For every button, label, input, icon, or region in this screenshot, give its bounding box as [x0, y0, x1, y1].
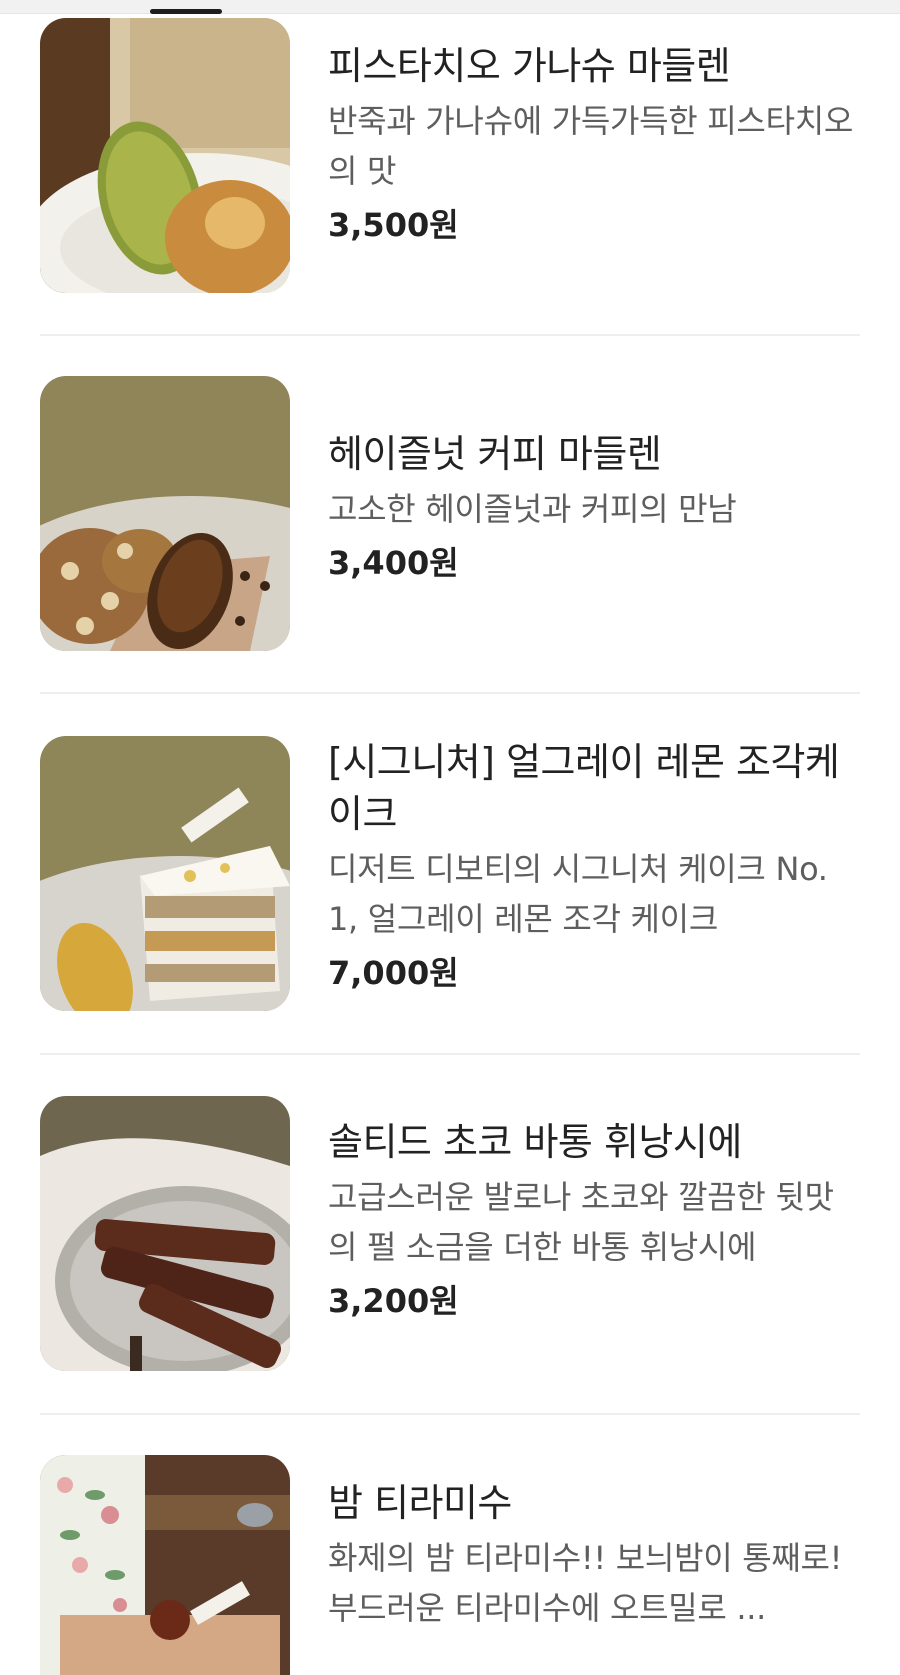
divider — [40, 1413, 860, 1415]
item-price: 7,000원 — [328, 954, 459, 992]
divider — [40, 1053, 860, 1055]
item-price: 3,500원 — [328, 206, 459, 244]
item-name: 헤이즐넛 커피 마들렌 — [328, 432, 662, 476]
item-price: 3,400원 — [328, 544, 459, 582]
item-description: 디저트 디보티의 시그니처 케이크 No. 1, 얼그레이 레몬 조각 케이크 — [328, 850, 828, 938]
pistachio-madeleine-photo — [40, 18, 290, 293]
item-name: 솔티드 초코 바통 휘낭시에 — [328, 1120, 742, 1164]
item-description: 화제의 밤 티라미수!! 보늬밤이 통째로! 부드러운 티라미수에 오트밀로 .… — [328, 1539, 843, 1627]
item-price: 3,200원 — [328, 1282, 459, 1320]
tab-indicator — [150, 9, 222, 14]
top-bar — [0, 0, 900, 14]
item-name: [시그니처] 얼그레이 레몬 조각케이크 — [328, 740, 840, 836]
item-info: 헤이즐넛 커피 마들렌 고소한 헤이즐넛과 커피의 만남 3,400원 — [328, 428, 858, 586]
menu-item-pistachio[interactable]: 피스타치오 가나슈 마들렌 반죽과 가나슈에 가득가득한 피스타치오의 맛 3,… — [40, 18, 860, 293]
item-info: [시그니처] 얼그레이 레몬 조각케이크 디저트 디보티의 시그니처 케이크 N… — [328, 736, 858, 996]
divider — [40, 334, 860, 336]
hazelnut-coffee-madeleine-photo — [40, 376, 290, 651]
menu-item-financier[interactable]: 솔티드 초코 바통 휘낭시에 고급스러운 발로나 초코와 깔끔한 뒷맛의 펄 소… — [40, 1096, 860, 1371]
item-description: 반죽과 가나슈에 가득가득한 피스타치오의 맛 — [328, 102, 853, 190]
item-info: 피스타치오 가나슈 마들렌 반죽과 가나슈에 가득가득한 피스타치오의 맛 3,… — [328, 40, 858, 248]
menu-item-earl-grey-cake[interactable]: [시그니처] 얼그레이 레몬 조각케이크 디저트 디보티의 시그니처 케이크 N… — [40, 736, 860, 1011]
earl-grey-lemon-cake-photo — [40, 736, 290, 1011]
item-info: 밤 티라미수 화제의 밤 티라미수!! 보늬밤이 통째로! 부드러운 티라미수에… — [328, 1477, 858, 1633]
item-description: 고소한 헤이즐넛과 커피의 만남 — [328, 490, 737, 528]
item-name: 밤 티라미수 — [328, 1481, 512, 1525]
item-name: 피스타치오 가나슈 마들렌 — [328, 44, 731, 88]
divider — [40, 692, 860, 694]
salted-choco-financier-photo — [40, 1096, 290, 1371]
menu-item-hazelnut[interactable]: 헤이즐넛 커피 마들렌 고소한 헤이즐넛과 커피의 만남 3,400원 — [40, 376, 860, 651]
chestnut-tiramisu-photo — [40, 1455, 290, 1675]
menu-item-chestnut-tiramisu[interactable]: 밤 티라미수 화제의 밤 티라미수!! 보늬밤이 통째로! 부드러운 티라미수에… — [40, 1455, 860, 1675]
item-description: 고급스러운 발로나 초코와 깔끔한 뒷맛의 펄 소금을 더한 바통 휘낭시에 — [328, 1178, 834, 1266]
item-info: 솔티드 초코 바통 휘낭시에 고급스러운 발로나 초코와 깔끔한 뒷맛의 펄 소… — [328, 1116, 858, 1324]
